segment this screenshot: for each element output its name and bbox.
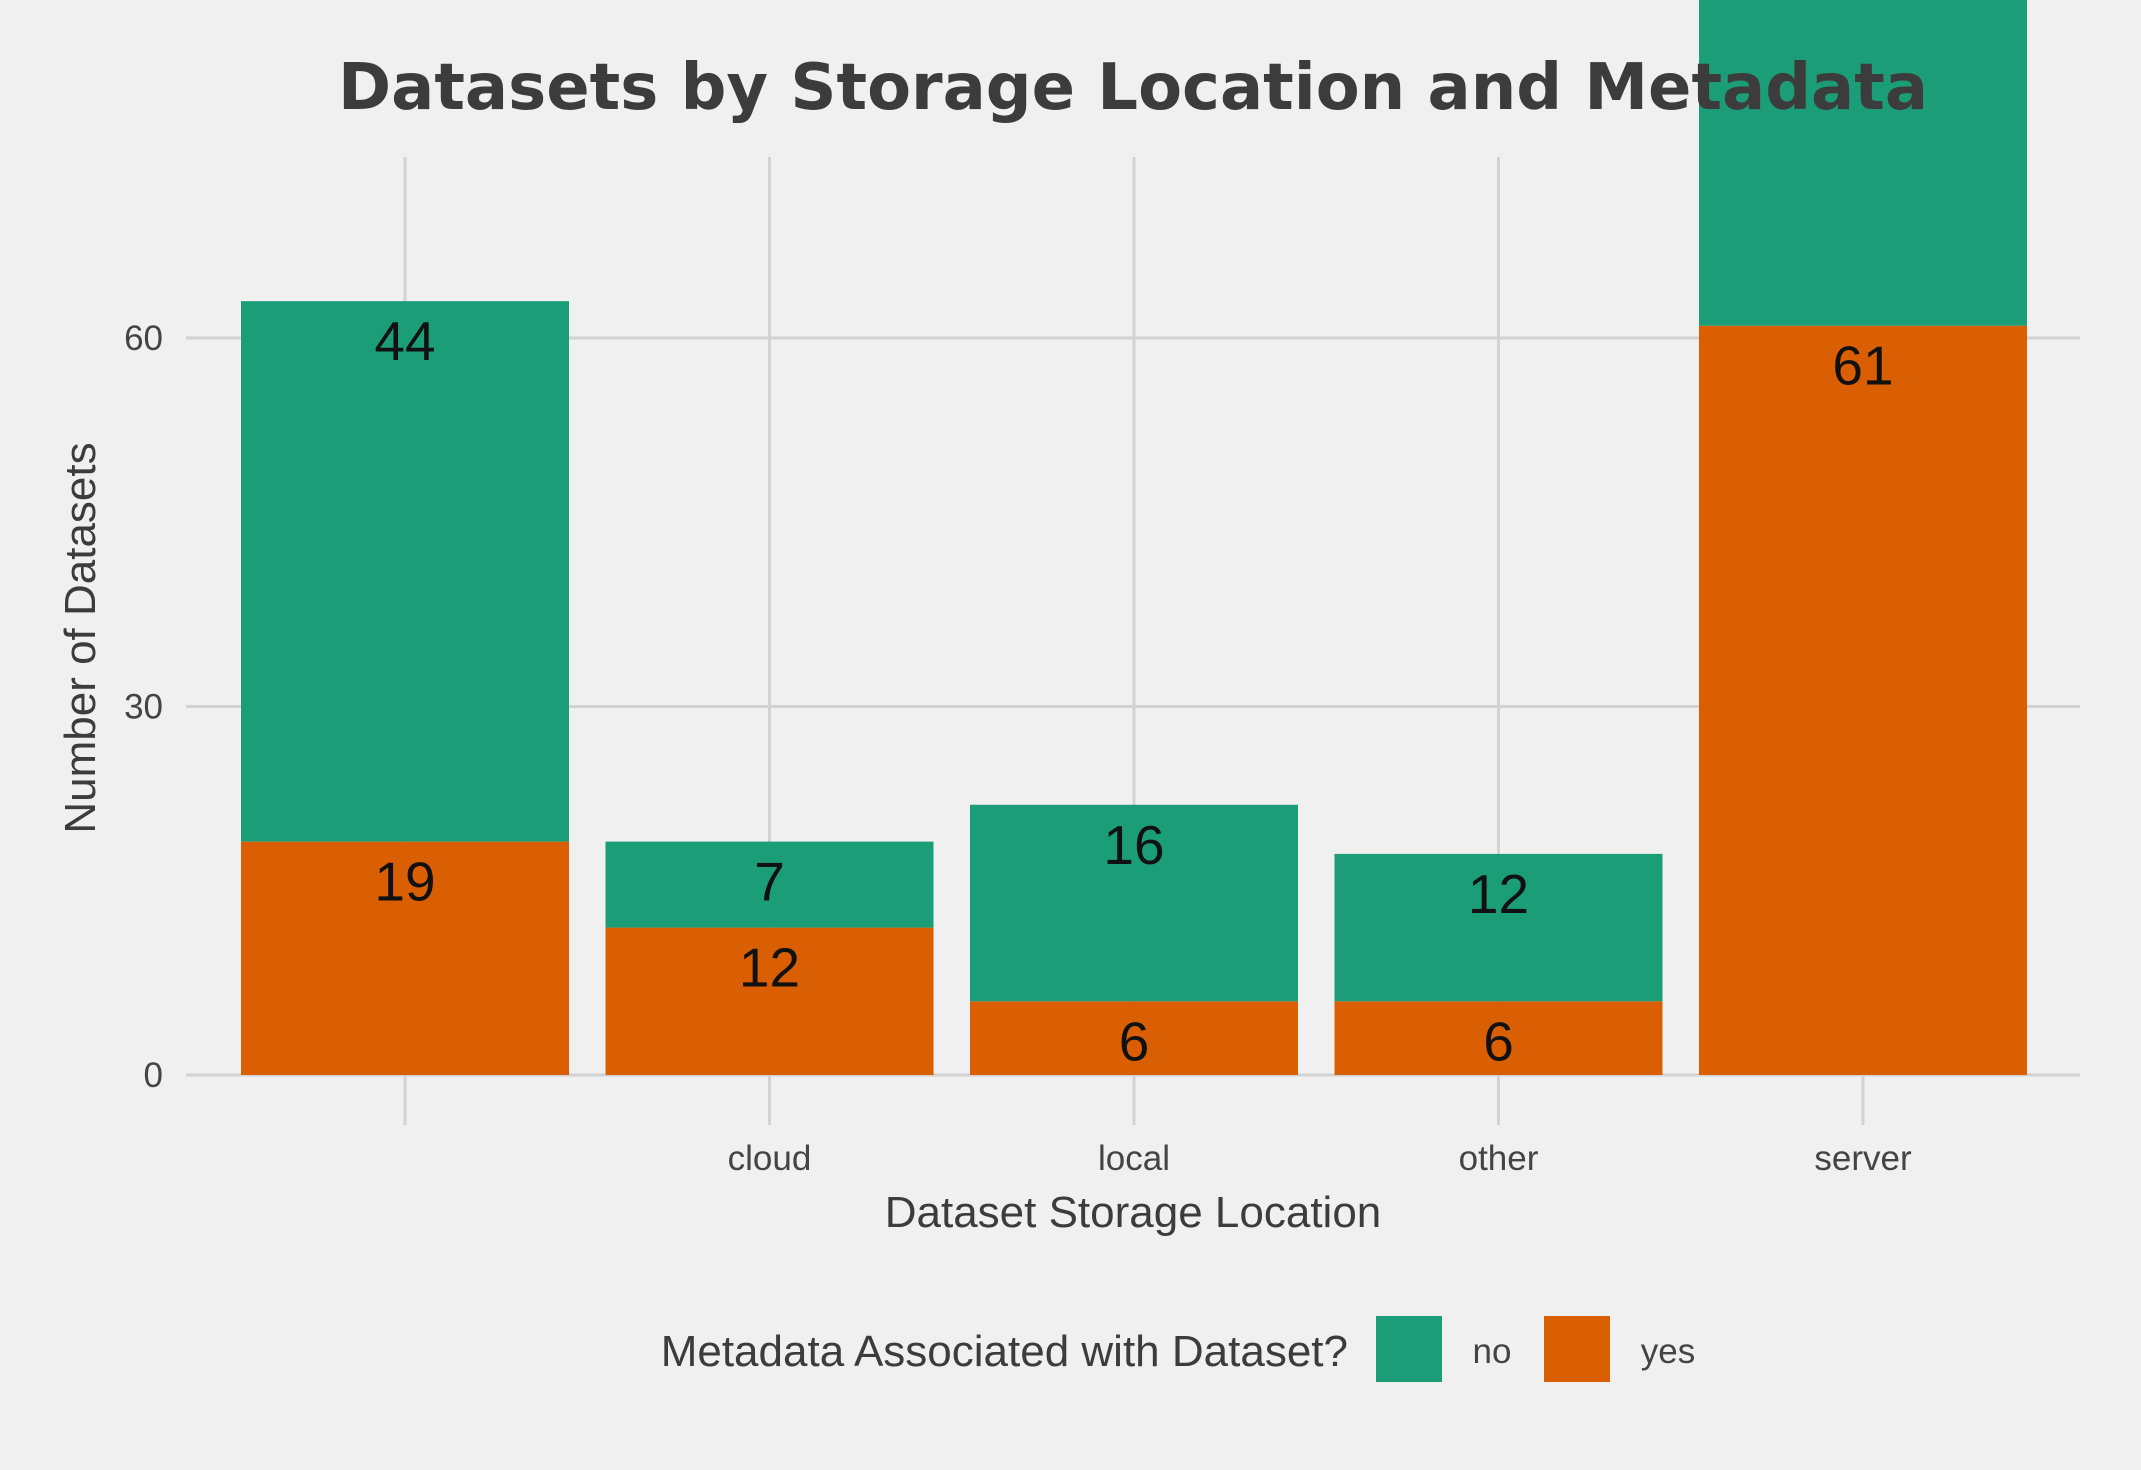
y-axis-title: Number of Datasets [56,442,105,833]
legend-label: yes [1641,1332,1695,1371]
data-label: 61 [1832,335,1893,397]
chart-title: Datasets by Storage Location and Metadat… [338,51,1928,125]
data-label: 7 [754,851,785,913]
data-label: 6 [1119,1010,1150,1072]
chart-canvas: 19126661447161246 0306090cloudlocalother… [56,0,2080,1382]
bar-segment-yes [1699,325,2027,1075]
legend-key-yes [1544,1316,1610,1382]
x-tick-label: cloud [728,1139,812,1178]
x-tick-label: server [1814,1139,1912,1178]
data-label: 12 [739,937,800,999]
data-label: 19 [374,851,435,913]
data-label: 6 [1483,1010,1514,1072]
x-tick-label: other [1459,1139,1539,1178]
legend-title: Metadata Associated with Dataset? [661,1327,1348,1376]
data-label: 16 [1103,814,1164,876]
data-label: 44 [374,310,435,372]
bar-segment-no [1699,0,2027,326]
legend: Metadata Associated with Dataset? no yes [661,1316,1695,1382]
y-tick-label: 0 [144,1056,163,1095]
x-axis-title: Dataset Storage Location [885,1188,1382,1237]
y-tick-label: 30 [124,688,163,727]
data-label: 12 [1468,863,1529,925]
x-tick-label: local [1098,1139,1170,1178]
legend-key-no [1376,1316,1442,1382]
y-tick-label: 60 [124,319,163,358]
legend-label: no [1473,1332,1512,1371]
bar-segment-no [241,301,569,842]
chart: 19126661447161246 0306090cloudlocalother… [0,0,2141,1470]
